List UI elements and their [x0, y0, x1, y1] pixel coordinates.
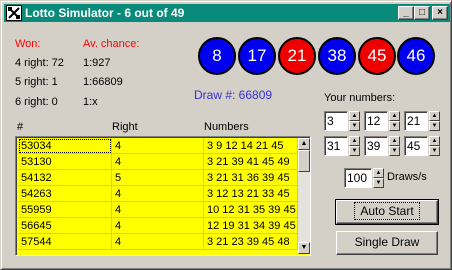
scroll-thumb[interactable]: [298, 150, 310, 172]
row-numbers: 3 21 39 41 45 49: [204, 154, 298, 170]
table-row[interactable]: 54132 5 3 21 31 36 39 45: [18, 170, 298, 186]
single-draw-button[interactable]: Single Draw: [336, 231, 438, 255]
draws-per-second-label: Draws/s: [387, 171, 427, 183]
number-spinner[interactable]: 12 ▲ ▼: [364, 111, 400, 131]
row-number: 56645: [18, 218, 112, 234]
results-table[interactable]: 53034 4 3 9 12 14 21 45 53130 4 3 21 39 …: [15, 136, 311, 256]
spin-down-icon[interactable]: ▼: [349, 146, 360, 156]
row-numbers: 3 21 23 39 45 48: [204, 234, 298, 250]
scroll-up-icon[interactable]: ▲: [298, 138, 310, 150]
draw-number-label: Draw #: 66809: [194, 88, 273, 102]
spin-up-icon[interactable]: ▲: [429, 111, 440, 121]
row-number: 57544: [18, 234, 112, 250]
header-number: #: [17, 121, 24, 133]
auto-start-button[interactable]: Auto Start: [335, 199, 439, 225]
table-row[interactable]: 53034 4 3 9 12 14 21 45: [18, 138, 298, 154]
table-scrollbar[interactable]: ▲ ▼: [298, 138, 310, 254]
table-row[interactable]: 55959 4 10 12 31 35 39 45: [18, 202, 298, 218]
draws-per-second-field[interactable]: 100: [344, 168, 372, 188]
auto-start-label: Auto Start: [354, 202, 420, 220]
number-spinner[interactable]: 3 ▲ ▼: [324, 111, 360, 131]
single-draw-label: Single Draw: [354, 235, 420, 249]
spin-down-icon[interactable]: ▼: [429, 146, 440, 156]
row-numbers: 3 9 12 14 21 45: [204, 138, 298, 154]
row-number: 53034: [18, 138, 112, 154]
dice-icon: [6, 5, 22, 21]
scroll-down-icon[interactable]: ▼: [298, 242, 310, 254]
row-numbers: 3 21 31 36 39 45: [204, 170, 298, 186]
row-right: 4: [112, 202, 204, 218]
drawn-ball: 38: [318, 37, 356, 75]
won-5-label: 5 right: 1: [15, 76, 58, 88]
won-header: Won:: [15, 38, 41, 50]
chance-5-value: 1:66809: [83, 76, 123, 88]
title-bar[interactable]: Lotto Simulator - 6 out of 49 _ □ ×: [4, 4, 450, 22]
table-row[interactable]: 54263 4 3 12 13 21 33 45: [18, 186, 298, 202]
header-right: Right: [112, 121, 138, 133]
won-4-label: 4 right: 72: [15, 57, 64, 69]
row-numbers: 10 12 31 35 39 45: [204, 202, 298, 218]
chance-4-value: 1:927: [83, 57, 111, 69]
your-numbers-label: Your numbers:: [324, 92, 396, 104]
number-field[interactable]: 39: [364, 136, 388, 156]
row-right: 4: [112, 186, 204, 202]
row-number: 55959: [18, 202, 112, 218]
number-field[interactable]: 3: [324, 111, 348, 131]
spin-up-icon[interactable]: ▲: [349, 136, 360, 146]
row-right: 5: [112, 170, 204, 186]
row-right: 4: [112, 234, 204, 250]
number-spinner[interactable]: 31 ▲ ▼: [324, 136, 360, 156]
draws-per-second-spinner[interactable]: 100 ▲ ▼: [344, 168, 384, 188]
won-6-label: 6 right: 0: [15, 96, 58, 108]
row-numbers: 3 12 13 21 33 45: [204, 186, 298, 202]
minimize-button[interactable]: _: [398, 6, 414, 20]
chance-6-value: 1:x: [83, 96, 98, 108]
drawn-ball: 8: [198, 37, 236, 75]
close-button[interactable]: ×: [432, 6, 448, 20]
number-field[interactable]: 21: [404, 111, 428, 131]
drawn-ball: 17: [238, 37, 276, 75]
row-right: 4: [112, 138, 204, 154]
drawn-ball: 21: [278, 37, 316, 75]
number-field[interactable]: 12: [364, 111, 388, 131]
row-number: 53130: [18, 154, 112, 170]
table-row[interactable]: 57544 4 3 21 23 39 45 48: [18, 234, 298, 250]
table-row[interactable]: 53130 4 3 21 39 41 45 49: [18, 154, 298, 170]
number-field[interactable]: 45: [404, 136, 428, 156]
spin-down-icon[interactable]: ▼: [389, 146, 400, 156]
row-right: 4: [112, 218, 204, 234]
row-right: 4: [112, 154, 204, 170]
chance-header: Av. chance:: [83, 38, 140, 50]
header-numbers: Numbers: [204, 121, 249, 133]
spin-down-icon[interactable]: ▼: [373, 178, 384, 188]
spin-up-icon[interactable]: ▲: [389, 111, 400, 121]
drawn-ball: 46: [397, 37, 435, 75]
spin-down-icon[interactable]: ▼: [349, 121, 360, 131]
number-spinner[interactable]: 39 ▲ ▼: [364, 136, 400, 156]
spin-down-icon[interactable]: ▼: [429, 121, 440, 131]
window-title: Lotto Simulator - 6 out of 49: [25, 6, 185, 20]
table-row[interactable]: 56645 4 12 19 31 34 39 45: [18, 218, 298, 234]
maximize-button[interactable]: □: [414, 6, 430, 20]
spin-up-icon[interactable]: ▲: [373, 168, 384, 178]
number-spinner[interactable]: 21 ▲ ▼: [404, 111, 440, 131]
spin-up-icon[interactable]: ▲: [389, 136, 400, 146]
row-number: 54263: [18, 186, 112, 202]
spin-up-icon[interactable]: ▲: [349, 111, 360, 121]
number-field[interactable]: 31: [324, 136, 348, 156]
number-spinner[interactable]: 45 ▲ ▼: [404, 136, 440, 156]
spin-up-icon[interactable]: ▲: [429, 136, 440, 146]
app-window: Lotto Simulator - 6 out of 49 _ □ × Won:…: [0, 0, 452, 270]
row-number: 54132: [18, 170, 112, 186]
drawn-ball: 45: [358, 37, 396, 75]
row-numbers: 12 19 31 34 39 45: [204, 218, 298, 234]
spin-down-icon[interactable]: ▼: [389, 121, 400, 131]
